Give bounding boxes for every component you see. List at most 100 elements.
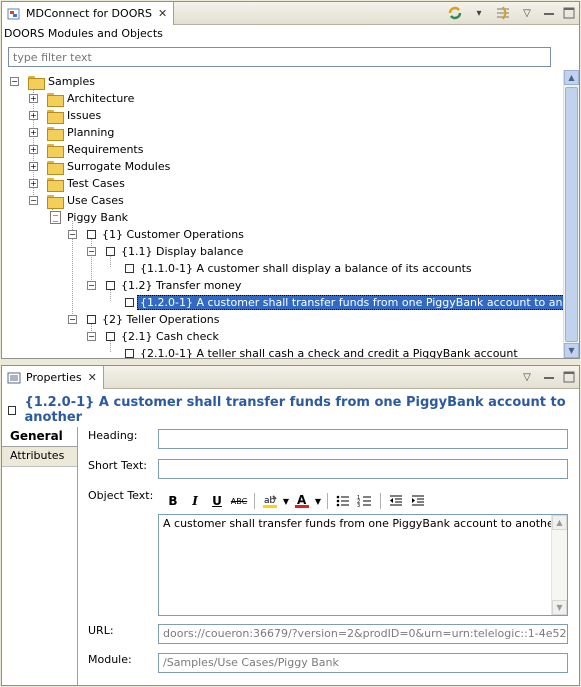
maximize-icon[interactable] bbox=[563, 371, 575, 383]
heading-label: Heading: bbox=[88, 429, 138, 442]
object-icon bbox=[8, 405, 17, 415]
dropdown-arrow-icon[interactable]: ▼ bbox=[313, 492, 323, 510]
minimize-icon[interactable] bbox=[543, 371, 555, 383]
tree-item-label: Issues bbox=[67, 109, 102, 122]
collapse-icon[interactable]: − bbox=[68, 230, 77, 239]
scroll-up-icon[interactable]: ▲ bbox=[552, 515, 567, 530]
maximize-icon[interactable] bbox=[563, 7, 575, 19]
link-with-editor-icon[interactable] bbox=[495, 5, 511, 21]
properties-title: {1.2.0-1} A customer shall transfer fund… bbox=[8, 395, 579, 425]
tree-item-transfer-money[interactable]: − {1.2} Transfer money bbox=[87, 277, 241, 294]
collapse-icon[interactable]: − bbox=[87, 281, 96, 290]
tab-attributes[interactable]: Attributes bbox=[2, 447, 77, 467]
tree-item-label: Requirements bbox=[67, 143, 144, 156]
tree-scrollbar[interactable]: ▲ ▼ bbox=[563, 70, 579, 358]
tree-item-architecture[interactable]: + Architecture bbox=[29, 90, 134, 107]
properties-icon bbox=[7, 371, 21, 385]
tree-item-display-balance[interactable]: − {1.1} Display balance bbox=[87, 243, 243, 260]
tab-label: MDConnect for DOORS bbox=[26, 7, 152, 20]
doors-modules-view: MDConnect for DOORS ✕ ▾ ▽ DOORS Modules … bbox=[1, 1, 580, 359]
filter-input[interactable] bbox=[8, 47, 551, 67]
folder-icon bbox=[47, 92, 64, 107]
toolbar-separator bbox=[254, 493, 255, 509]
svg-text:3: 3 bbox=[357, 503, 360, 509]
refresh-icon[interactable] bbox=[447, 5, 463, 21]
expand-icon[interactable]: + bbox=[29, 94, 38, 103]
tree-item-label: Planning bbox=[67, 126, 115, 139]
tree-item-test-cases[interactable]: + Test Cases bbox=[29, 175, 125, 192]
tree-item-req-1-1-0-1[interactable]: {1.1.0-1} A customer shall display a bal… bbox=[125, 260, 472, 277]
expand-icon[interactable]: + bbox=[29, 128, 38, 137]
tab-mdconnect[interactable]: MDConnect for DOORS ✕ bbox=[2, 2, 175, 25]
object-icon bbox=[87, 230, 96, 239]
tab-properties[interactable]: Properties ✕ bbox=[2, 366, 104, 389]
tree-item-customer-operations[interactable]: − {1} Customer Operations bbox=[68, 226, 244, 243]
tree-item-req-2-1-0-1[interactable]: {2.1.0-1} A teller shall cash a check an… bbox=[125, 345, 518, 358]
tree-item-surrogate-modules[interactable]: + Surrogate Modules bbox=[29, 158, 170, 175]
close-icon[interactable]: ✕ bbox=[158, 7, 167, 20]
tree-item-use-cases[interactable]: − Use Cases bbox=[29, 192, 124, 209]
object-icon bbox=[106, 281, 115, 290]
view-menu-icon[interactable]: ▽ bbox=[519, 369, 535, 385]
object-icon bbox=[106, 247, 115, 256]
expand-icon[interactable]: + bbox=[29, 145, 38, 154]
view-menu-icon[interactable]: ▽ bbox=[519, 5, 535, 21]
scroll-up-icon[interactable]: ▲ bbox=[564, 70, 579, 85]
collapse-icon[interactable]: − bbox=[10, 77, 19, 86]
highlight-color-icon[interactable]: ab bbox=[259, 492, 281, 510]
open-folder-icon bbox=[47, 194, 64, 209]
collapse-icon[interactable]: − bbox=[29, 196, 38, 205]
tree-item-samples[interactable]: − Samples bbox=[10, 73, 95, 90]
close-icon[interactable]: ✕ bbox=[88, 371, 97, 384]
strikethrough-button[interactable]: ABC bbox=[228, 492, 250, 510]
outdent-icon[interactable] bbox=[385, 492, 407, 510]
tree-item-label: {1.2.0-1} A customer shall transfer fund… bbox=[137, 295, 563, 310]
scroll-thumb[interactable] bbox=[565, 87, 578, 342]
collapse-icon[interactable]: − bbox=[68, 315, 77, 324]
tree-item-piggy-bank[interactable]: Piggy Bank bbox=[50, 209, 128, 226]
tree-item-planning[interactable]: + Planning bbox=[29, 124, 114, 141]
underline-button[interactable]: U bbox=[206, 492, 228, 510]
tree-item-issues[interactable]: + Issues bbox=[29, 107, 101, 124]
folder-icon bbox=[47, 126, 64, 141]
tree-item-label: {2} Teller Operations bbox=[102, 313, 220, 326]
folder-icon bbox=[47, 177, 64, 192]
scroll-down-icon[interactable]: ▼ bbox=[564, 343, 579, 358]
heading-field[interactable] bbox=[158, 429, 568, 449]
url-label: URL: bbox=[88, 624, 114, 637]
expand-icon[interactable]: + bbox=[29, 111, 38, 120]
minimize-icon[interactable] bbox=[543, 7, 555, 19]
object-text-scrollbar[interactable]: ▲ ▼ bbox=[551, 515, 567, 615]
view-toolbar: ▾ ▽ bbox=[447, 5, 575, 21]
open-folder-icon bbox=[28, 75, 45, 90]
url-field[interactable]: doors://coueron:36679/?version=2&prodID=… bbox=[158, 624, 568, 644]
tree-item-req-1-2-0-1-selected[interactable]: {1.2.0-1} A customer shall transfer fund… bbox=[125, 294, 563, 311]
tree-item-teller-operations[interactable]: − {2} Teller Operations bbox=[68, 311, 219, 328]
bullet-list-icon[interactable] bbox=[332, 492, 354, 510]
collapse-icon[interactable]: − bbox=[87, 247, 96, 256]
mdconnect-icon bbox=[7, 7, 21, 21]
font-color-icon[interactable]: A bbox=[291, 492, 313, 510]
object-text-area[interactable]: A customer shall transfer funds from one… bbox=[158, 514, 568, 616]
short-text-label: Short Text: bbox=[88, 459, 147, 472]
dropdown-arrow-icon[interactable]: ▼ bbox=[281, 492, 291, 510]
tree-item-label: Architecture bbox=[67, 92, 135, 105]
tree-item-requirements[interactable]: + Requirements bbox=[29, 141, 143, 158]
collapse-icon[interactable]: − bbox=[87, 332, 96, 341]
numbered-list-icon[interactable]: 123 bbox=[354, 492, 376, 510]
italic-button[interactable]: I bbox=[184, 492, 206, 510]
scroll-down-icon[interactable]: ▼ bbox=[552, 600, 567, 615]
tab-general[interactable]: General bbox=[2, 427, 77, 447]
short-text-field[interactable] bbox=[158, 459, 568, 479]
folder-icon bbox=[47, 160, 64, 175]
bold-button[interactable]: B bbox=[162, 492, 184, 510]
object-icon bbox=[125, 298, 134, 307]
tree-item-cash-check[interactable]: − {2.1} Cash check bbox=[87, 328, 219, 345]
expand-icon[interactable]: + bbox=[29, 162, 38, 171]
indent-icon[interactable] bbox=[407, 492, 429, 510]
expand-icon[interactable]: + bbox=[29, 179, 38, 188]
tab-label: Properties bbox=[26, 371, 82, 384]
module-field[interactable]: /Samples/Use Cases/Piggy Bank bbox=[158, 653, 568, 673]
dropdown-arrow-icon[interactable]: ▾ bbox=[471, 5, 487, 21]
folder-icon bbox=[47, 109, 64, 124]
